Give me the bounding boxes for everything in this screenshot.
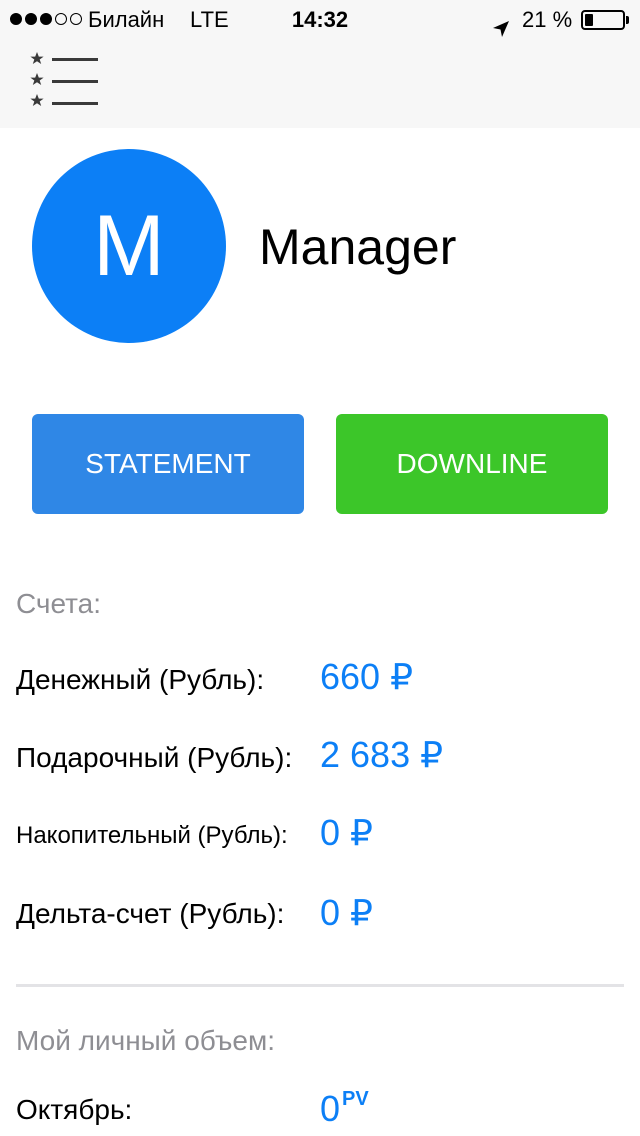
avatar-initial: M [93, 197, 165, 294]
menu-button[interactable] [28, 50, 102, 114]
account-value: 0 ₽ [320, 812, 373, 853]
account-label: Накопительный (Рубль): [16, 822, 288, 849]
location-arrow-icon [492, 11, 510, 37]
accounts-heading: Счета: [16, 588, 101, 619]
starred-list-menu-icon [30, 52, 98, 106]
statement-button[interactable]: STATEMENT [32, 414, 304, 514]
profile-name: Manager [259, 219, 457, 275]
status-bar: Билайн LTE 14:32 21 % [0, 0, 640, 40]
account-value: 660 ₽ [320, 656, 413, 697]
section-divider [16, 984, 624, 987]
battery-tip [626, 16, 629, 24]
avatar: M [32, 149, 226, 343]
personal-volume-value: 0 PV [320, 1088, 369, 1130]
account-label: Денежный (Рубль): [16, 664, 265, 695]
account-label: Подарочный (Рубль): [16, 742, 293, 773]
volume-unit: PV [342, 1088, 369, 1110]
account-label: Дельта-счет (Рубль): [16, 898, 285, 929]
personal-volume-heading: Мой личный объем: [16, 1025, 275, 1056]
account-value: 0 ₽ [320, 892, 373, 933]
battery-level [585, 14, 593, 26]
volume-number: 0 [320, 1088, 341, 1129]
downline-button[interactable]: DOWNLINE [336, 414, 608, 514]
battery-icon [581, 10, 625, 30]
account-value: 2 683 ₽ [320, 734, 443, 775]
month-label: Октябрь: [16, 1094, 133, 1125]
battery-percent: 21 % [522, 7, 573, 32]
